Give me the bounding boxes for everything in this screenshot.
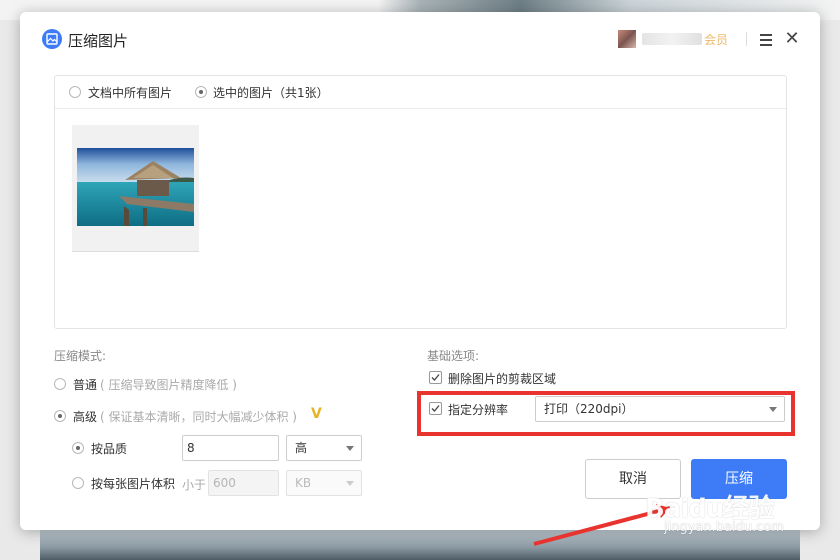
scope-selected-radio[interactable] <box>195 86 207 98</box>
image-compress-icon <box>42 29 62 49</box>
mode-advanced-label[interactable]: 高级 <box>73 408 97 425</box>
by-quality-label[interactable]: 按品质 <box>91 440 127 457</box>
quality-value-input[interactable]: 8 <box>182 435 279 461</box>
basic-options-title: 基础选项: <box>427 349 480 363</box>
mode-normal-label[interactable]: 普通 <box>73 376 97 393</box>
size-unit-value: KB <box>295 476 312 490</box>
remove-crop-checkbox[interactable] <box>429 371 442 384</box>
member-badge: 会员 <box>704 33 729 47</box>
dialog-title: 压缩图片 <box>68 32 129 50</box>
chevron-down-icon <box>346 446 354 451</box>
compress-mode-title: 压缩模式: <box>54 349 107 363</box>
by-size-label[interactable]: 按每张图片体积 <box>91 475 175 492</box>
mode-advanced-radio[interactable] <box>54 410 66 422</box>
quality-level-value: 高 <box>295 441 308 455</box>
by-size-prefix: 小于 <box>182 478 207 492</box>
mode-normal-radio[interactable] <box>54 378 66 390</box>
image-preview-panel: 文档中所有图片 选中的图片（共1张） <box>54 75 787 329</box>
image-thumbnail <box>77 148 194 226</box>
scope-all-radio[interactable] <box>69 86 81 98</box>
image-thumbnail-card[interactable] <box>72 125 199 252</box>
size-value-input[interactable]: 600 <box>208 470 279 496</box>
by-quality-radio[interactable] <box>72 442 84 454</box>
user-name-blurred <box>642 33 702 45</box>
avatar <box>618 30 636 48</box>
watermark-url: jingyan.baidu.com <box>664 520 784 535</box>
title-divider <box>746 32 747 46</box>
scope-selected-label[interactable]: 选中的图片（共1张） <box>213 84 329 101</box>
size-unit-select[interactable]: KB <box>286 470 362 496</box>
scope-all-label[interactable]: 文档中所有图片 <box>88 84 172 101</box>
close-icon[interactable]: ✕ <box>784 30 800 48</box>
user-account[interactable]: 会员 <box>618 30 736 48</box>
chevron-down-icon <box>346 481 354 486</box>
remove-crop-label[interactable]: 删除图片的剪裁区域 <box>448 370 556 387</box>
compress-images-dialog: 压缩图片 会员 ✕ 文档中所有图片 选中的图片（共1张） 压缩模式: 普通 (… <box>20 12 820 530</box>
vip-icon: V <box>311 406 322 422</box>
highlight-annotation-box <box>417 391 795 436</box>
baidu-watermark: Baidu经验 jingyan.baidu.com <box>640 488 820 550</box>
mode-advanced-hint: ( 保证基本清晰，同时大幅减少体积 ) <box>100 410 297 424</box>
by-size-radio[interactable] <box>72 477 84 489</box>
menu-icon[interactable] <box>758 30 774 48</box>
quality-level-select[interactable]: 高 <box>286 435 362 461</box>
mode-normal-hint: ( 压缩导致图片精度降低 ) <box>100 378 237 392</box>
scope-selector: 文档中所有图片 选中的图片（共1张） <box>55 76 786 109</box>
